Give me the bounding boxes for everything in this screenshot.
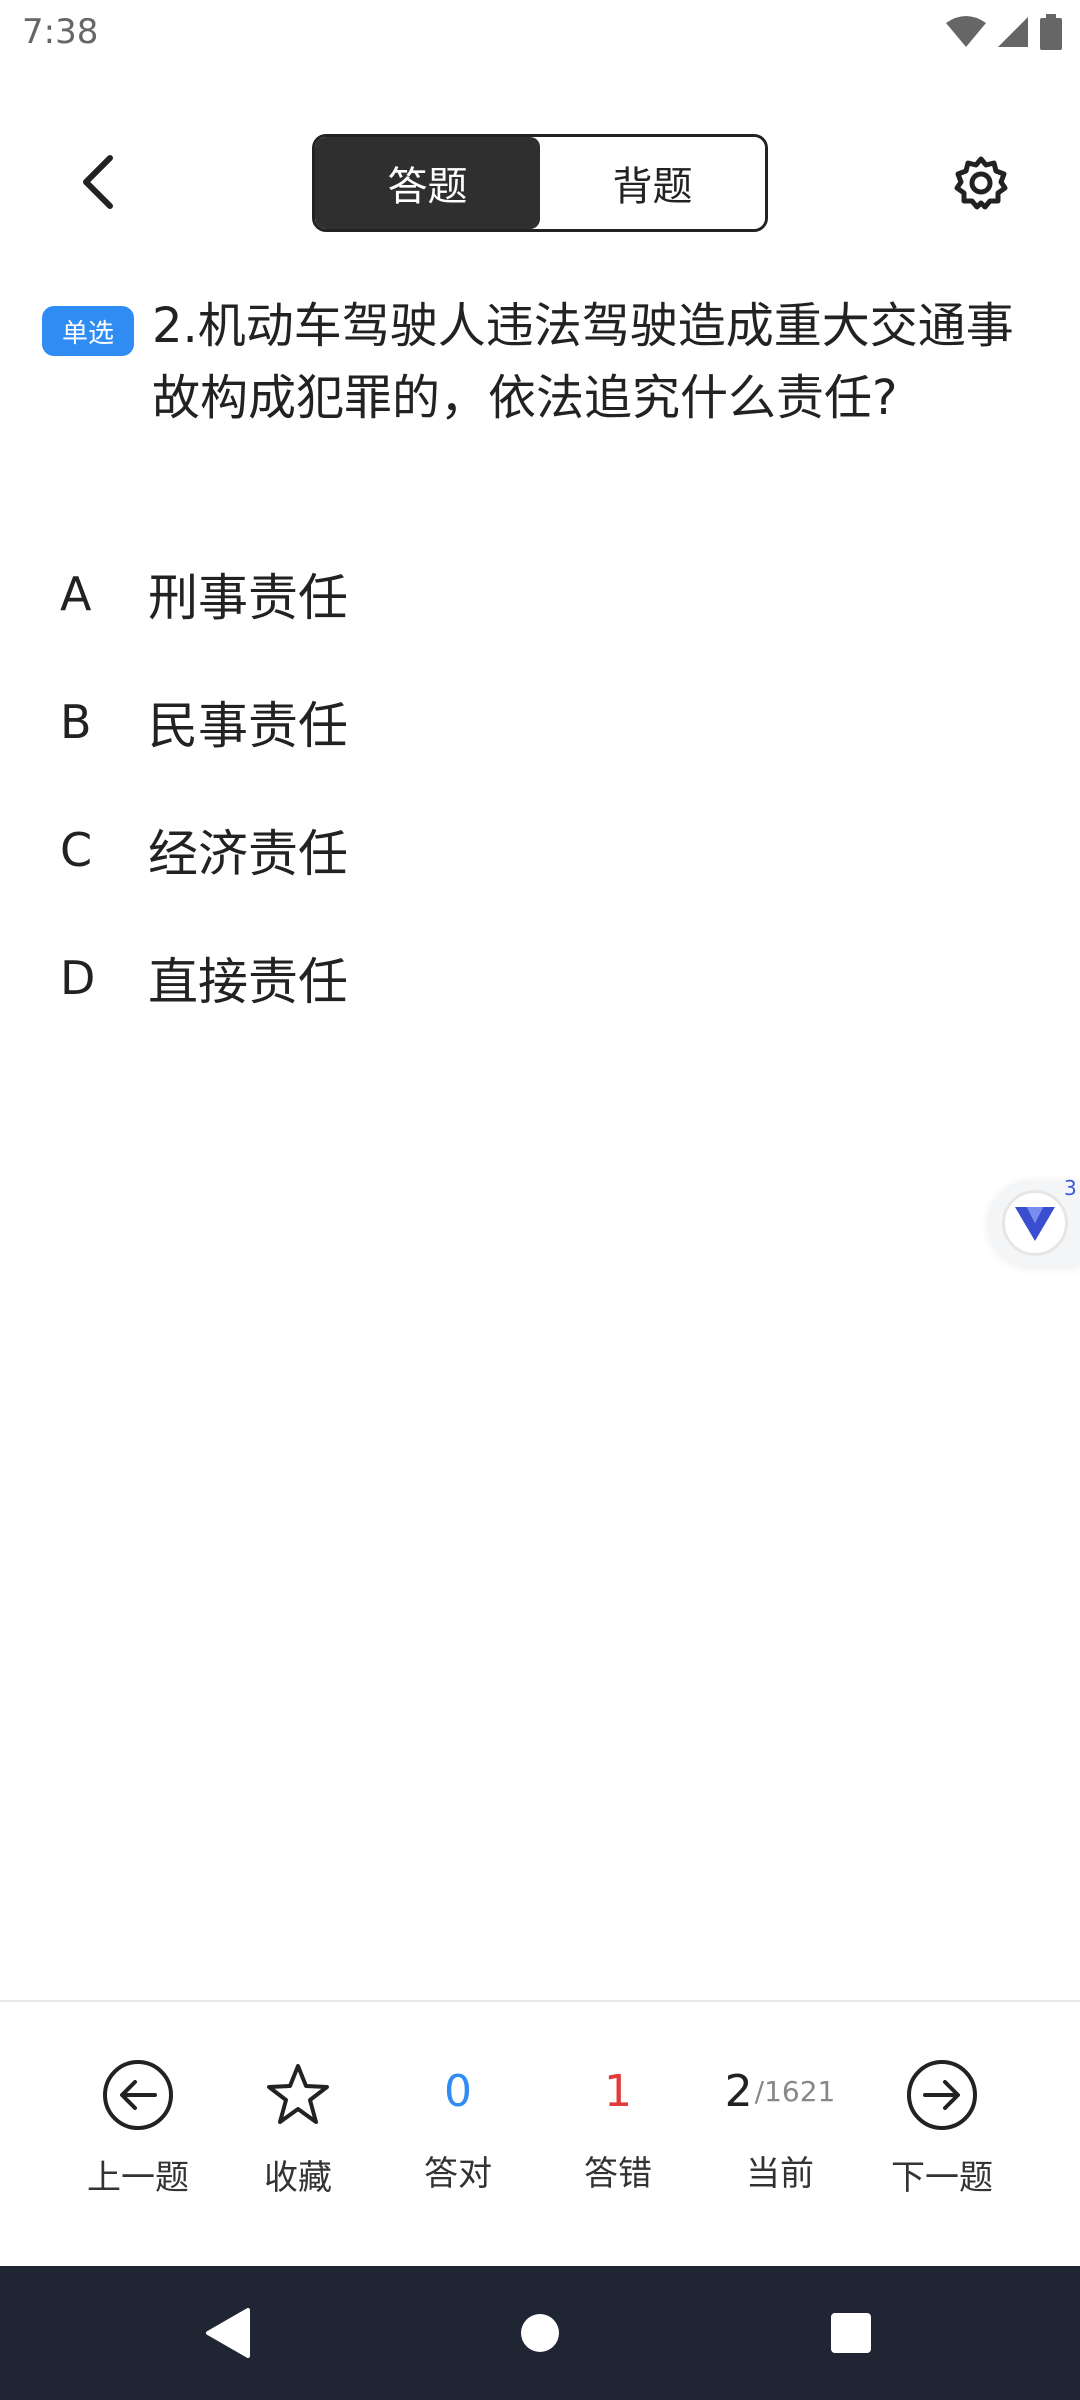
wrong-count-stat[interactable]: 1 答错 bbox=[538, 2002, 698, 2266]
next-question-label: 下一题 bbox=[891, 2158, 993, 2198]
floating-assistant-button[interactable]: 3 bbox=[988, 1176, 1080, 1266]
prev-question-button[interactable]: 上一题 bbox=[58, 2002, 218, 2266]
current-label: 当前 bbox=[746, 2154, 814, 2194]
correct-label: 答对 bbox=[424, 2154, 492, 2194]
wifi-icon bbox=[946, 15, 986, 53]
mode-segmented-control: 答题 背题 bbox=[312, 134, 768, 232]
nav-back-button[interactable] bbox=[190, 2296, 264, 2370]
option-a[interactable]: A 刑事责任 bbox=[60, 530, 1020, 658]
gear-icon bbox=[954, 156, 1008, 210]
favorite-button[interactable]: 收藏 bbox=[218, 2002, 378, 2266]
prev-question-label: 上一题 bbox=[87, 2158, 189, 2198]
system-nav-bar bbox=[0, 2266, 1080, 2400]
arrow-right-circle-icon bbox=[905, 2058, 979, 2132]
settings-button[interactable] bbox=[950, 152, 1012, 214]
option-text: 民事责任 bbox=[148, 697, 348, 755]
status-icons bbox=[946, 14, 1062, 54]
current-progress: 2/1621 bbox=[725, 2054, 836, 2128]
correct-count: 0 bbox=[444, 2065, 472, 2117]
screen: 7:38 答题 背题 单选 2.机动车驾驶人违法驾驶造成重大交通事故构成犯罪的，… bbox=[0, 0, 1080, 2400]
battery-icon bbox=[1040, 14, 1062, 54]
option-letter: C bbox=[60, 823, 93, 877]
circle-home-icon bbox=[521, 2314, 559, 2352]
option-d[interactable]: D 直接责任 bbox=[60, 914, 1020, 1042]
nav-home-button[interactable] bbox=[503, 2296, 577, 2370]
status-time: 7:38 bbox=[22, 12, 99, 52]
wrong-label: 答错 bbox=[584, 2154, 652, 2194]
arrow-left-circle-icon bbox=[101, 2058, 175, 2132]
nav-recents-button[interactable] bbox=[814, 2296, 888, 2370]
total-number: /1621 bbox=[754, 2074, 836, 2108]
option-letter: D bbox=[60, 951, 96, 1005]
correct-count-stat[interactable]: 0 答对 bbox=[378, 2002, 538, 2266]
star-icon bbox=[261, 2058, 335, 2132]
options-list: A 刑事责任 B 民事责任 C 经济责任 D 直接责任 bbox=[60, 530, 1020, 1042]
signal-icon bbox=[996, 15, 1030, 53]
tab-answer[interactable]: 答题 bbox=[315, 137, 540, 229]
favorite-label: 收藏 bbox=[264, 2158, 332, 2198]
option-text: 刑事责任 bbox=[148, 569, 348, 627]
current-progress-stat[interactable]: 2/1621 当前 bbox=[700, 2002, 860, 2266]
triangle-back-icon bbox=[206, 2308, 250, 2358]
option-text: 直接责任 bbox=[148, 953, 348, 1011]
square-recents-icon bbox=[831, 2313, 871, 2353]
option-letter: A bbox=[60, 567, 92, 621]
floating-badge-count: 3 bbox=[1064, 1176, 1077, 1200]
tab-memorize[interactable]: 背题 bbox=[540, 137, 765, 229]
bottom-toolbar: 上一题 收藏 0 答对 1 答错 2/1621 当前 下一题 bbox=[0, 2002, 1080, 2266]
back-button[interactable] bbox=[66, 150, 130, 214]
option-b[interactable]: B 民事责任 bbox=[60, 658, 1020, 786]
option-c[interactable]: C 经济责任 bbox=[60, 786, 1020, 914]
question-type-badge: 单选 bbox=[42, 306, 134, 356]
question-text: 2.机动车驾驶人违法驾驶造成重大交通事故构成犯罪的，依法追究什么责任? bbox=[152, 298, 1014, 426]
top-bar: 答题 背题 bbox=[0, 128, 1080, 238]
status-bar: 7:38 bbox=[0, 0, 1080, 68]
current-number: 2 bbox=[724, 2065, 753, 2117]
chevron-left-icon bbox=[83, 155, 113, 209]
assistant-logo-icon bbox=[1002, 1190, 1068, 1256]
option-letter: B bbox=[60, 695, 92, 749]
wrong-count: 1 bbox=[604, 2065, 632, 2117]
option-text: 经济责任 bbox=[148, 825, 348, 883]
next-question-button[interactable]: 下一题 bbox=[862, 2002, 1022, 2266]
